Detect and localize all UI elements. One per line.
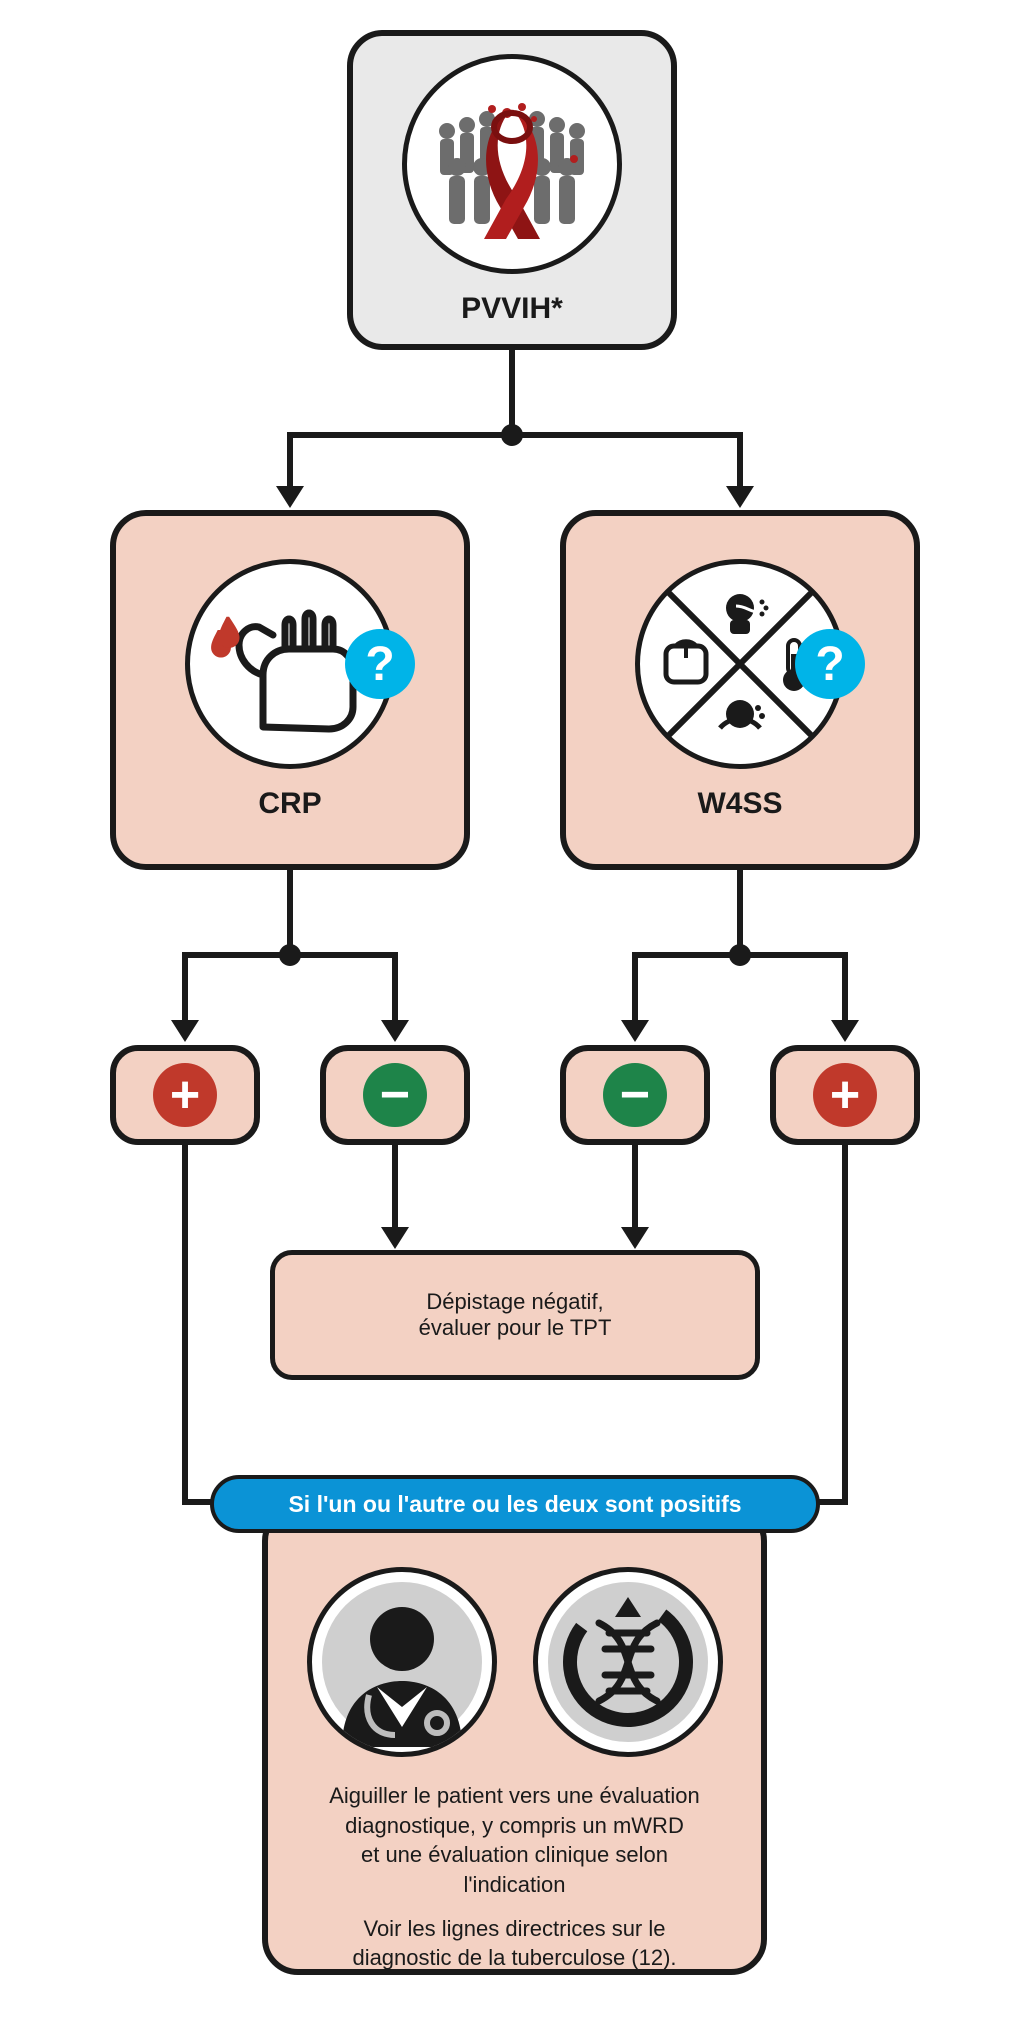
flowchart-canvas: PVVIH* (0, 0, 1024, 2017)
connector (632, 1145, 638, 1229)
final-line4: l'indication (329, 1870, 700, 1900)
arrow-down-icon (726, 486, 754, 508)
connector (509, 350, 515, 430)
connector (632, 952, 848, 958)
clinician-icon (307, 1567, 497, 1757)
minus-icon: − (603, 1063, 667, 1127)
connector (392, 1145, 398, 1229)
w4ss-node: ? W4SS (560, 510, 920, 870)
dna-helix-icon (533, 1567, 723, 1757)
negative-outcome-line1: Dépistage négatif, (419, 1289, 612, 1315)
minus-icon: − (363, 1063, 427, 1127)
connector (392, 952, 398, 1022)
final-sub2: diagnostic de la tuberculose (12). (329, 1943, 700, 1973)
arrow-down-icon (621, 1227, 649, 1249)
connector (182, 952, 398, 958)
connector (287, 432, 293, 488)
crp-negative-result: − (320, 1045, 470, 1145)
arrow-down-icon (171, 1020, 199, 1042)
connector (842, 952, 848, 1022)
plus-icon: + (153, 1063, 217, 1127)
connector (182, 1145, 188, 1505)
negative-outcome-node: Dépistage négatif, évaluer pour le TPT (270, 1250, 760, 1380)
arrow-down-icon (381, 1020, 409, 1042)
connector (737, 870, 743, 950)
final-line3: et une évaluation clinique selon (329, 1840, 700, 1870)
final-line2: diagnostique, y compris un mWRD (329, 1811, 700, 1841)
start-label: PVVIH* (461, 292, 563, 326)
connector (287, 432, 743, 438)
w4ss-label: W4SS (697, 787, 782, 821)
w4ss-positive-result: + (770, 1045, 920, 1145)
crp-positive-result: + (110, 1045, 260, 1145)
final-node: Aiguiller le patient vers une évaluation… (262, 1505, 767, 1975)
help-icon[interactable]: ? (795, 629, 865, 699)
arrow-down-icon (381, 1227, 409, 1249)
final-sub1: Voir les lignes directrices sur le (329, 1914, 700, 1944)
connector (632, 952, 638, 1022)
hiv-ribbon-people-icon (402, 54, 622, 274)
connector (737, 432, 743, 488)
connector (842, 1145, 848, 1505)
w4ss-negative-result: − (560, 1045, 710, 1145)
crp-label: CRP (258, 787, 321, 821)
crp-node: ? CRP (110, 510, 470, 870)
connector (287, 870, 293, 950)
positive-banner: Si l'un ou l'autre ou les deux sont posi… (210, 1475, 820, 1533)
final-line1: Aiguiller le patient vers une évaluation (329, 1781, 700, 1811)
arrow-down-icon (831, 1020, 859, 1042)
start-node: PVVIH* (347, 30, 677, 350)
plus-icon: + (813, 1063, 877, 1127)
arrow-down-icon (276, 486, 304, 508)
arrow-down-icon (621, 1020, 649, 1042)
connector (182, 952, 188, 1022)
help-icon[interactable]: ? (345, 629, 415, 699)
negative-outcome-line2: évaluer pour le TPT (419, 1315, 612, 1341)
